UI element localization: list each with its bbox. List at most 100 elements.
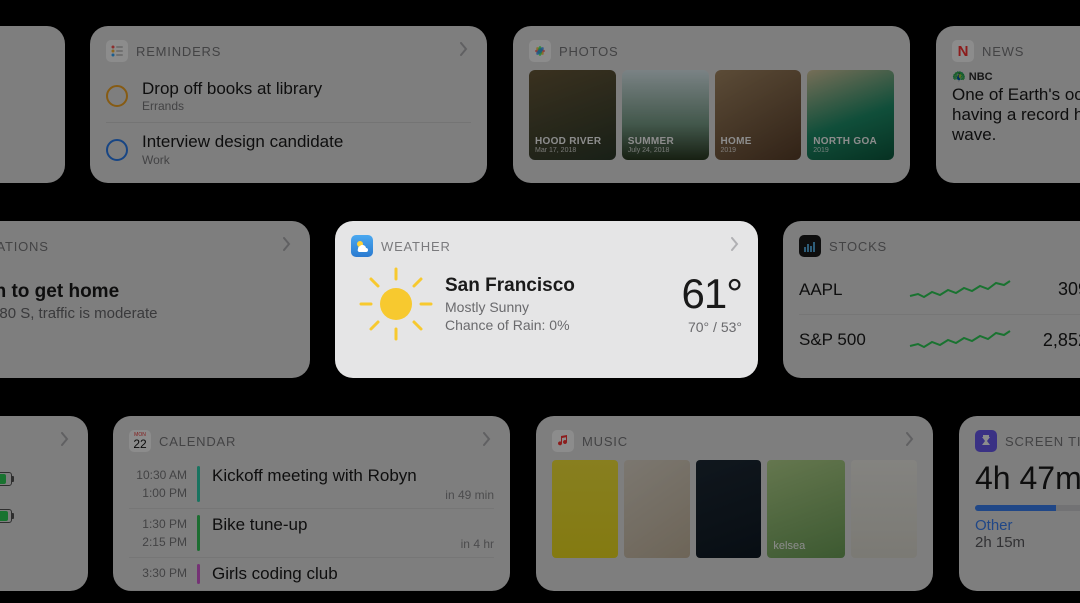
screentime-total: 4h 47m	[975, 460, 1080, 497]
photo-thumb-title: SUMMER	[628, 136, 703, 147]
event-color-bar	[197, 466, 200, 502]
stock-row[interactable]: AAPL 309.54	[799, 265, 1080, 315]
stock-symbol: S&P 500	[799, 330, 899, 350]
music-title: MUSIC	[582, 434, 903, 449]
event-name: Girls coding club	[212, 564, 338, 584]
destinations-widget[interactable]: DESTINATIONS 24 min to get home Take I-2…	[0, 221, 310, 378]
stock-price: 309.54	[1021, 279, 1080, 300]
music-widget[interactable]: MUSIC kelsea	[536, 416, 933, 591]
calendar-event[interactable]: 10:30 AM1:00 PMKickoff meeting with Roby…	[129, 460, 494, 509]
event-color-bar	[197, 515, 200, 551]
album-cover[interactable]	[552, 460, 618, 558]
screentime-app-icon	[975, 430, 997, 452]
event-name: Bike tune-up	[212, 515, 307, 535]
chevron-right-icon	[457, 42, 471, 61]
destinations-title: DESTINATIONS	[0, 239, 280, 254]
news-source: 🦚 NBC	[952, 70, 1080, 83]
photo-thumb-sub: 2019	[813, 147, 888, 154]
weather-location: San Francisco	[445, 275, 681, 297]
photos-app-icon	[529, 40, 551, 62]
screentime-widget[interactable]: SCREEN TIME 4h 47m Other 2h 15m	[959, 416, 1080, 591]
stocks-title: STOCKS	[829, 239, 1080, 254]
stock-symbol: AAPL	[799, 280, 899, 300]
event-start: 3:30 PM	[129, 564, 187, 582]
chevron-right-icon	[903, 432, 917, 451]
news-widget[interactable]: N NEWS 🦚 NBC One of Earth's oceans is ha…	[936, 26, 1080, 183]
screentime-title: SCREEN TIME	[1005, 434, 1080, 449]
photos-widget[interactable]: PHOTOS HOOD RIVERMar 17, 2018SUMMERJuly …	[513, 26, 910, 183]
calendar-widget[interactable]: MON22 CALENDAR 10:30 AM1:00 PMKickoff me…	[113, 416, 510, 591]
event-end: 1:00 PM	[129, 484, 187, 502]
album-title: kelsea	[773, 540, 805, 552]
reminders-widget[interactable]: REMINDERS Drop off books at libraryErran…	[90, 26, 487, 183]
weather-app-icon	[351, 235, 373, 257]
chevron-right-icon	[728, 237, 742, 256]
battery-icon	[0, 509, 12, 523]
news-headline: One of Earth's oceans is having a record…	[952, 85, 1080, 145]
photo-thumb[interactable]: SUMMERJuly 24, 2018	[622, 70, 709, 160]
reminder-title: Interview design candidate	[142, 132, 471, 152]
calendar-title: CALENDAR	[159, 434, 480, 449]
photo-thumb-sub: 2019	[721, 147, 796, 154]
event-color-bar	[197, 564, 200, 584]
battery-icon	[0, 472, 12, 486]
stocks-app-icon	[799, 235, 821, 257]
reminders-title: REMINDERS	[136, 44, 457, 59]
chevron-right-icon	[480, 432, 494, 451]
stock-price: 2,852.50	[1021, 330, 1080, 351]
reminder-list: Work	[142, 153, 471, 167]
photo-thumb[interactable]: NORTH GOA2019	[807, 70, 894, 160]
battery-row: 75%	[0, 460, 72, 497]
calendar-event[interactable]: 3:30 PM Girls coding club	[129, 558, 494, 591]
screentime-bar	[975, 505, 1080, 511]
reminders-app-icon	[106, 40, 128, 62]
stocks-widget[interactable]: STOCKS AAPL 309.54 S&P 500 2,852.50	[783, 221, 1080, 378]
album-cover[interactable]: kelsea	[767, 460, 845, 558]
photos-title: PHOTOS	[559, 44, 894, 59]
album-cover[interactable]	[696, 460, 762, 558]
screentime-category: Other	[975, 517, 1080, 534]
calendar-event[interactable]: 1:30 PM2:15 PM Bike tune-up in 4 hr	[129, 509, 494, 558]
reminder-ring-icon[interactable]	[106, 139, 128, 161]
reminder-ring-icon[interactable]	[106, 85, 128, 107]
calendar-app-icon: MON22	[129, 430, 151, 452]
weather-hilo: 70° / 53°	[681, 319, 742, 335]
event-eta: in 4 hr	[461, 537, 494, 551]
photo-thumb-title: NORTH GOA	[813, 136, 888, 147]
news-app-icon: N	[952, 40, 974, 62]
sun-icon	[357, 265, 435, 343]
weather-temperature: 61°	[681, 273, 742, 315]
stock-row[interactable]: S&P 500 2,852.50	[799, 315, 1080, 365]
event-eta: in 49 min	[445, 488, 494, 502]
destinations-eta: 24 min to get home	[0, 281, 294, 303]
chevron-right-icon	[280, 237, 294, 256]
photo-thumb-sub: July 24, 2018	[628, 147, 703, 154]
gas-widget[interactable]: Gas	[0, 26, 65, 183]
photo-thumb-sub: Mar 17, 2018	[535, 147, 610, 154]
weather-title: WEATHER	[381, 239, 728, 254]
music-app-icon	[552, 430, 574, 452]
batteries-widget[interactable]: 75%83%	[0, 416, 88, 591]
photo-thumb[interactable]: HOOD RIVERMar 17, 2018	[529, 70, 616, 160]
photo-thumb-title: HOME	[721, 136, 796, 147]
gas-label: Gas	[0, 110, 51, 126]
event-end: 2:15 PM	[129, 533, 187, 551]
album-cover[interactable]	[624, 460, 690, 558]
weather-widget[interactable]: WEATHER San Francisco Mostly Sunny Chanc…	[335, 221, 758, 378]
event-name: Kickoff meeting with Robyn	[212, 466, 417, 486]
destinations-route: Take I-280 S, traffic is moderate	[0, 305, 294, 322]
screentime-value: 2h 15m	[975, 534, 1080, 551]
news-title: NEWS	[982, 44, 1080, 59]
album-cover[interactable]	[851, 460, 917, 558]
event-start: 1:30 PM	[129, 515, 187, 533]
battery-row: 83%	[0, 497, 72, 534]
reminder-title: Drop off books at library	[142, 79, 471, 99]
reminder-item[interactable]: Drop off books at libraryErrands	[106, 70, 471, 123]
chevron-right-icon	[58, 432, 72, 451]
photo-thumb-title: HOOD RIVER	[535, 136, 610, 147]
weather-rain: Chance of Rain: 0%	[445, 317, 681, 333]
reminder-item[interactable]: Interview design candidateWork	[106, 123, 471, 175]
photo-thumb[interactable]: HOME2019	[715, 70, 802, 160]
weather-condition: Mostly Sunny	[445, 299, 681, 315]
reminder-list: Errands	[142, 99, 471, 113]
